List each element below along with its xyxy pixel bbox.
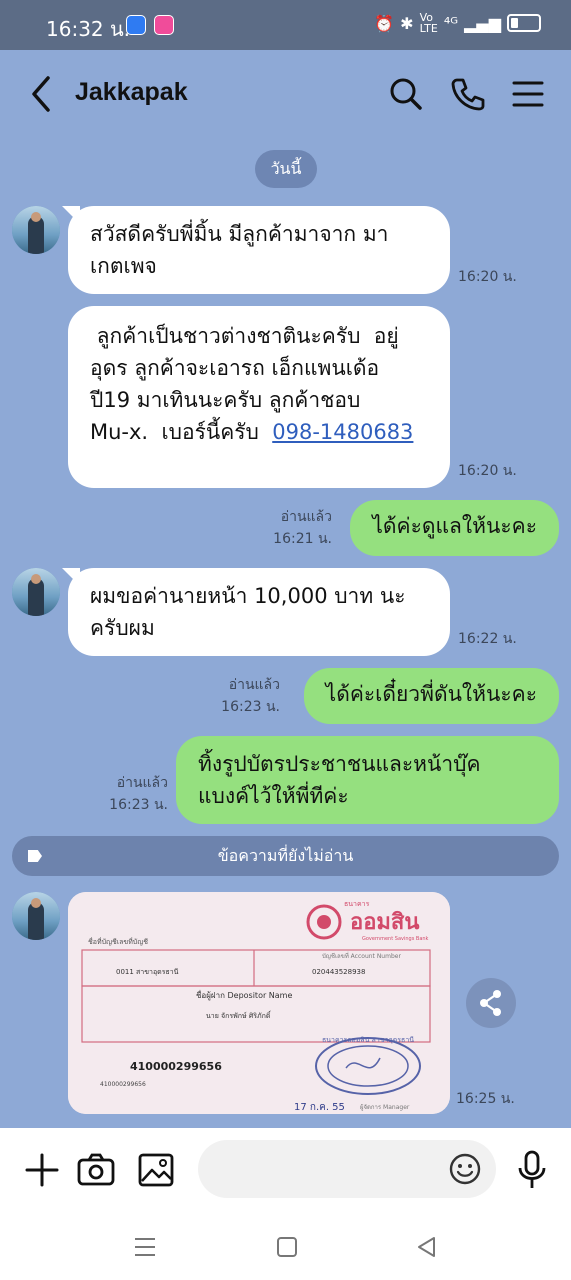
message-time: 16:25 น. <box>456 1091 515 1107</box>
contact-name[interactable]: Jakkapak <box>75 78 188 107</box>
message-line: ผมขอค่านายหน้า 10,000 บาท นะ <box>90 584 406 608</box>
home-icon[interactable] <box>274 1234 300 1260</box>
message-line: ลูกค้าเป็นชาวต่างชาตินะครับ อยู่ <box>90 324 399 348</box>
outgoing-message[interactable]: ได้ค่ะดูแลให้นะคะ <box>350 500 559 556</box>
bank-name-small: ธนาคาร <box>344 900 370 908</box>
share-icon <box>480 990 501 1016</box>
emoji-icon[interactable] <box>448 1152 482 1186</box>
image-message[interactable]: ธนาคาร ออมสิน Government Savings Bank ชื… <box>68 892 450 1114</box>
status-icons: ⏰ ✱ Vo LTE ⁴ᴳ ▂▄▆ <box>374 12 541 34</box>
phone-number-link[interactable]: 098-1480683 <box>272 420 413 444</box>
outgoing-message[interactable]: ได้ค่ะเดี๋ยวพี่ดันให้นะคะ <box>303 668 559 724</box>
avatar[interactable] <box>12 568 60 616</box>
message-line: อุดร ลูกค้าจะเอารถ เอ็กแพนเด้อ <box>90 356 380 380</box>
microphone-icon[interactable] <box>510 1148 554 1192</box>
unread-divider: ข้อความที่ยังไม่อ่าน <box>12 836 559 876</box>
avatar[interactable] <box>12 206 60 254</box>
message-input-bar <box>0 1128 571 1216</box>
bank-name-en: Government Savings Bank <box>362 936 429 942</box>
message-line: Mu-x. เบอร์นี้ครับ <box>90 420 273 444</box>
recent-apps-icon[interactable] <box>132 1234 158 1260</box>
bankbook-photo: ธนาคาร ออมสิน Government Savings Bank ชื… <box>68 892 450 1114</box>
tag-icon <box>28 850 42 862</box>
read-receipt: อ่านแล้ว <box>280 509 332 525</box>
camera-icon[interactable] <box>74 1148 118 1192</box>
incoming-message[interactable]: ลูกค้าเป็นชาวต่างชาตินะครับ อยู่ อุดร ลู… <box>68 306 450 488</box>
outgoing-message[interactable]: ทิ้งรูปบัตรประชาชนและหน้าบุ๊ค แบงค์ไว้ให… <box>176 736 559 824</box>
message-input[interactable] <box>198 1140 496 1198</box>
bluetooth-icon: ✱ <box>400 13 414 33</box>
message-line: ทิ้งรูปบัตรประชาชนและหน้าบุ๊ค <box>198 752 481 776</box>
phone-icon[interactable] <box>448 74 488 114</box>
message-time: 16:23 น. <box>109 797 168 813</box>
signal-bars-icon: ▂▄▆ <box>464 13 501 33</box>
message-line: ครับผม <box>90 616 155 640</box>
message-time: 16:22 น. <box>458 631 517 647</box>
account-label: บัญชีเลขที่ Account Number <box>322 952 401 960</box>
plus-icon[interactable] <box>20 1148 64 1192</box>
search-icon[interactable] <box>386 74 426 114</box>
date-separator: วันนี้ <box>255 150 317 188</box>
gallery-icon[interactable] <box>134 1148 178 1192</box>
message-meta: อ่านแล้ว 16:23 น. <box>210 674 280 718</box>
message-line: แบงค์ไว้ให้พี่ทีค่ะ <box>198 784 349 808</box>
status-bar: 16:32 น. ⏰ ✱ Vo LTE ⁴ᴳ ▂▄▆ <box>0 0 571 50</box>
message-line: เกตเพจ <box>90 254 157 278</box>
avatar[interactable] <box>12 892 60 940</box>
depositor-label: ชื่อผู้ฝาก Depositor Name <box>196 989 292 1001</box>
message-time: 16:20 น. <box>458 463 517 479</box>
message-meta: อ่านแล้ว 16:23 น. <box>98 772 168 816</box>
message-time: 16:21 น. <box>273 531 332 547</box>
message-line: สวัสดีครับพี่มิ้น มีลูกค้ามาจาก มา <box>90 222 389 246</box>
message-meta: อ่านแล้ว 16:21 น. <box>262 506 332 550</box>
account-value: 020443528938 <box>312 968 365 976</box>
read-receipt: อ่านแล้ว <box>228 677 280 693</box>
branch-label: ชื่อที่บัญชีเลขที่บัญชี <box>88 937 148 946</box>
message-line: ปี19 มาเทินนะครับ ลูกค้าชอบ <box>90 388 361 412</box>
incoming-message[interactable]: ผมขอค่านายหน้า 10,000 บาท นะ ครับผม <box>68 568 450 656</box>
branch-value: 0011 สาขาอุดรธานี <box>116 968 179 976</box>
alarm-icon: ⏰ <box>374 13 395 33</box>
read-receipt: อ่านแล้ว <box>116 775 168 791</box>
back-arrow-icon[interactable] <box>28 74 54 114</box>
stamp-text: ธนาคารออมสิน สาขาอุดรธานี <box>322 1036 414 1044</box>
back-nav-icon[interactable] <box>414 1234 440 1260</box>
date-stamp: 17 ก.ค. 55 <box>294 1102 345 1113</box>
message-time: 16:20 น. <box>458 269 517 285</box>
share-button[interactable] <box>466 978 516 1028</box>
system-nav-bar <box>0 1216 571 1280</box>
message-time: 16:23 น. <box>221 699 280 715</box>
account-number-small: 410000299656 <box>100 1081 146 1088</box>
signal-icon: ⁴ᴳ <box>443 13 459 33</box>
menu-icon[interactable] <box>508 74 548 114</box>
depositor-value: นาย จักรพักษ์ ศิริภักดิ์ <box>206 1010 272 1020</box>
account-number-big: 410000299656 <box>130 1060 222 1073</box>
manager-label: ผู้จัดการ Manager <box>360 1104 410 1111</box>
incoming-message[interactable]: สวัสดีครับพี่มิ้น มีลูกค้ามาจาก มา เกตเพ… <box>68 206 450 294</box>
volte-icon: Vo LTE <box>419 11 438 35</box>
unread-label: ข้อความที่ยังไม่อ่าน <box>217 845 354 865</box>
notification-app-icon <box>126 15 146 35</box>
battery-icon <box>507 14 541 32</box>
chat-header: Jakkapak <box>0 50 571 140</box>
status-time: 16:32 น. <box>46 17 131 41</box>
bank-name: ออมสิน <box>350 910 419 935</box>
notification-app-icon-2 <box>154 15 174 35</box>
